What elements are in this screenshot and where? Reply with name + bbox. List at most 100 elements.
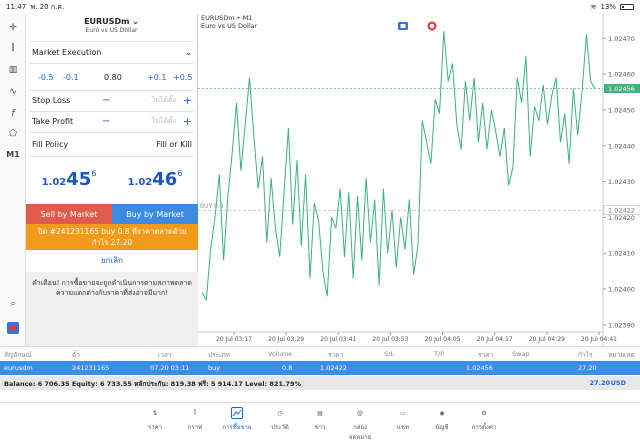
col-ticket: ตั๋ว	[72, 351, 80, 359]
bid-prefix: 1.02	[41, 177, 67, 188]
settings-icon: ⚙	[481, 409, 487, 417]
take-profit-row: Take Profit − ไม่ได้ตั้ง +	[26, 111, 198, 131]
close-position-line1: ปิด #241231165 buy 0.8 ที่ราคาตลาดด้วย	[37, 227, 187, 236]
order-type-label: Market Execution	[32, 47, 102, 57]
currency: USD	[610, 379, 626, 387]
timeframe-button[interactable]: M1	[5, 146, 21, 162]
symbol-header[interactable]: EURUSDm ⌄ Euro vs US Dollar	[26, 14, 197, 40]
tab-chat[interactable]: ▭ แชท	[385, 406, 421, 432]
tab-label: กล่องจดหมาย	[348, 424, 372, 441]
crosshair-icon[interactable]: ✛	[5, 20, 21, 36]
tab-label: บัญชี	[435, 424, 449, 431]
ask-prefix: 1.02	[127, 177, 153, 188]
ask-big: 46	[152, 169, 178, 190]
y-tick-label: 1.02390	[608, 321, 635, 329]
take-profit-plus[interactable]: +	[183, 115, 192, 128]
buy-by-market-button[interactable]: Buy by Market	[112, 204, 198, 224]
tab-label: ข่าว	[314, 424, 326, 431]
divider	[30, 156, 194, 157]
table-row[interactable]: eurusdm 241231165 07.20 03:11 buy 0.8 1.…	[0, 361, 640, 375]
bid-big: 45	[66, 169, 92, 190]
chevron-down-icon: ⌄	[132, 17, 139, 26]
line-chart-icon[interactable]: ∿	[5, 84, 21, 100]
row-ticket: 241231165	[72, 364, 110, 372]
warning-text: คำเตือน! การซื้อขายจะถูกดำเนินการตามสภาพ…	[26, 272, 198, 346]
sell-by-market-button[interactable]: Sell by Market	[26, 204, 112, 224]
function-icon[interactable]: f	[5, 106, 21, 122]
app-logo-icon[interactable]	[5, 320, 21, 336]
order-panel: EURUSDm ⌄ Euro vs US Dollar Market Execu…	[26, 14, 198, 346]
x-tick-label: 20 Jul 03:17	[216, 336, 252, 343]
ask-sup: 6	[177, 169, 183, 178]
date: พ. 20 ก.ค.	[30, 2, 65, 11]
y-tick-label: 1.02460	[608, 71, 635, 79]
fill-policy-row[interactable]: Fill Policy Fill or Kill	[26, 134, 198, 154]
tab-quotes[interactable]: ⇅ ราคา	[137, 406, 173, 432]
x-tick-label: 20 Jul 04:29	[529, 336, 565, 343]
bid-quote: 1.02456	[26, 169, 112, 201]
balance-bar: Balance: 6 706.35 Equity: 6 733.55 หลักป…	[0, 376, 640, 390]
col-comment: หมายเหตุ	[608, 351, 635, 359]
tab-mailbox[interactable]: @ กล่องจดหมาย	[342, 406, 378, 442]
chart-canvas: 1.02470 1.02460 1.02450 1.02440 1.02430 1.024…	[198, 14, 640, 346]
tab-settings[interactable]: ⚙ การตั้งค่า	[466, 406, 502, 432]
fill-policy-label: Fill Policy	[32, 139, 69, 149]
take-profit-input[interactable]: ไม่ได้ตั้ง	[116, 116, 176, 127]
tab-trade[interactable]: การซื้อขาย	[219, 406, 255, 432]
y-tick-label: 1.02450	[608, 106, 635, 114]
battery-percent: 13%	[600, 3, 616, 11]
stop-loss-label: Stop Loss	[32, 95, 71, 105]
stop-loss-minus[interactable]: −	[102, 95, 116, 106]
volume-value[interactable]: 0.80	[104, 73, 122, 82]
x-tick-label: 20 Jul 04:41	[581, 336, 617, 343]
x-tick-label: 20 Jul 03:53	[372, 336, 408, 343]
col-tp: T/P	[434, 350, 445, 358]
mail-icon: @	[357, 409, 363, 417]
volume-plus-05[interactable]: +0.5	[173, 73, 192, 82]
tab-account[interactable]: ◉ บัญชี	[424, 406, 460, 432]
wifi-icon: ≋	[590, 3, 597, 11]
close-position-button[interactable]: ปิด #241231165 buy 0.8 ที่ราคาตลาดด้วย ก…	[26, 224, 198, 250]
divider	[30, 63, 194, 64]
history-icon: ◷	[277, 409, 283, 417]
tab-charts[interactable]: ⫿ กราฟ	[177, 406, 213, 432]
col-sl: S/L	[384, 350, 394, 358]
row-profit: 27.20	[578, 364, 597, 372]
cancel-button[interactable]: ยกเลิก	[26, 252, 198, 270]
x-tick-label: 20 Jul 04:05	[425, 336, 461, 343]
volume-plus-01[interactable]: +0.1	[147, 73, 166, 82]
fill-policy-value: Fill or Kill	[156, 139, 192, 149]
battery-icon	[620, 4, 634, 10]
price-series-line	[201, 31, 596, 302]
chat-icon: ▭	[400, 409, 406, 417]
volume-minus-05[interactable]: -0.5	[38, 73, 54, 82]
y-tick-label: 1.02470	[608, 35, 635, 43]
y-tick-label: 1.02440	[608, 142, 635, 150]
y-tick-label: 1.02430	[608, 178, 635, 186]
tab-news[interactable]: ▤ ข่าว	[302, 406, 338, 432]
take-profit-label: Take Profit	[32, 116, 74, 126]
bid-sup: 6	[91, 169, 97, 178]
take-profit-minus[interactable]: −	[102, 116, 116, 127]
zoom-icon[interactable]: ⌕	[5, 296, 21, 312]
candles-icon[interactable]: ⫿	[5, 40, 21, 56]
x-tick-label: 20 Jul 03:29	[268, 336, 304, 343]
indicators-icon[interactable]: ▥	[5, 62, 21, 78]
row-time: 07.20 03:11	[150, 364, 190, 372]
col-time: เวลา	[158, 351, 172, 359]
col-type: ประเภท	[208, 351, 230, 359]
col-swap: Swap	[512, 350, 530, 358]
bottom-tab-bar: ⇅ ราคา ⫿ กราฟ การซื้อขาย ◷ ประวัติ ▤ ข่า…	[0, 402, 640, 447]
stop-loss-plus[interactable]: +	[183, 94, 192, 107]
shapes-icon[interactable]: ⬠	[5, 126, 21, 142]
tab-history[interactable]: ◷ ประวัติ	[262, 406, 298, 432]
row-current-price: 1.02456	[466, 364, 493, 372]
col-profit: กำไร	[578, 351, 593, 359]
price-chart[interactable]: EURUSDm • M1 Euro vs US Dollar 1.02470 1.…	[198, 14, 640, 346]
x-tick-label: 20 Jul 03:41	[320, 336, 356, 343]
order-type-select[interactable]: Market Execution ⌄	[26, 42, 198, 62]
tab-label: การซื้อขาย	[222, 424, 252, 431]
stop-loss-input[interactable]: ไม่ได้ตั้ง	[116, 95, 176, 106]
volume-minus-01[interactable]: -0.1	[63, 73, 79, 82]
tab-label: ราคา	[148, 424, 162, 431]
